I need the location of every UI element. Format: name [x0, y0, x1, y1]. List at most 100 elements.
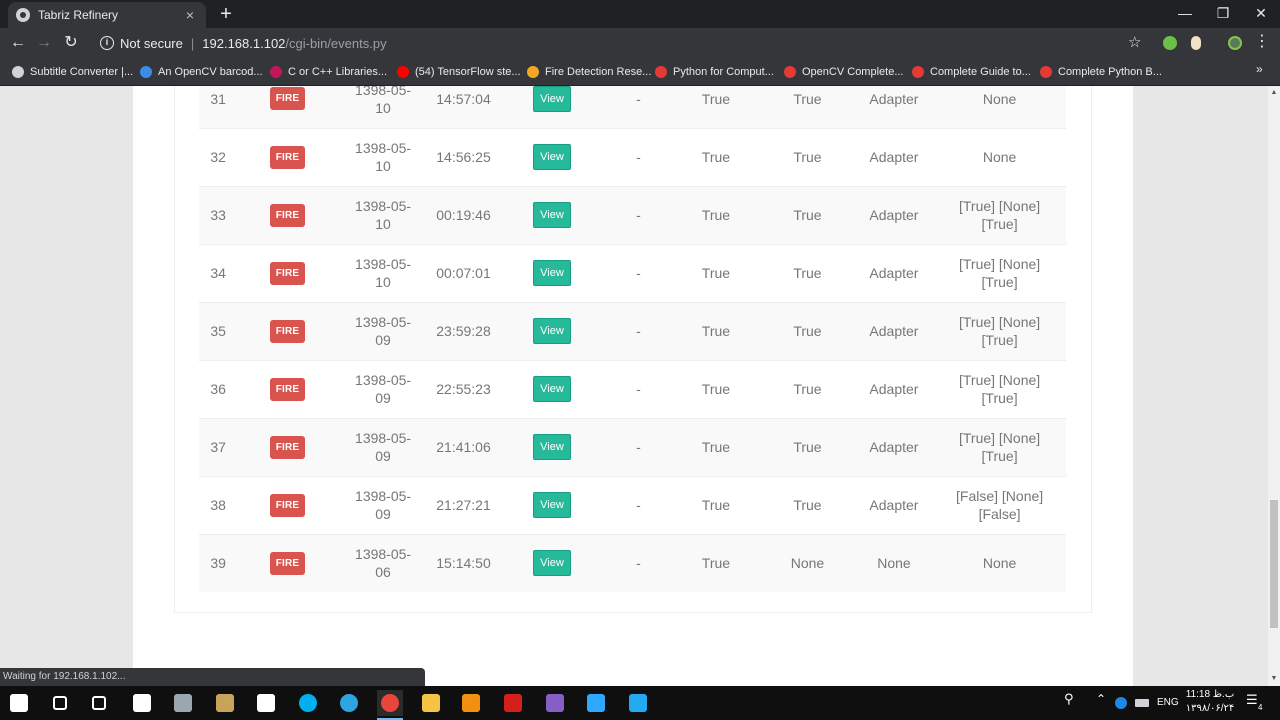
view-button[interactable]: View: [533, 86, 571, 112]
visual-studio-icon: [546, 694, 564, 712]
bookmark-item[interactable]: Subtitle Converter |...: [12, 63, 133, 81]
language-indicator[interactable]: ENG: [1157, 697, 1179, 708]
bookmark-favicon-icon: [655, 66, 667, 78]
fire-badge: FIRE: [269, 377, 306, 401]
fire-badge: FIRE: [269, 493, 306, 517]
taskbar-app-button[interactable]: [418, 690, 444, 716]
event-source: Adapter: [854, 360, 934, 419]
taskbar-app-button[interactable]: [170, 690, 196, 716]
event-details: None: [933, 128, 1066, 187]
taskbar-app-button[interactable]: [295, 690, 321, 716]
reload-icon[interactable]: ↻: [59, 31, 83, 55]
event-id: 37: [199, 418, 238, 477]
view-button[interactable]: View: [533, 144, 571, 170]
tab-close-icon[interactable]: ×: [182, 7, 198, 23]
view-button[interactable]: View: [533, 260, 571, 286]
event-date: 1398-05-09: [337, 360, 429, 419]
taskbar-app-button[interactable]: [253, 690, 279, 716]
view-cell: View: [498, 476, 606, 535]
view-button[interactable]: View: [533, 434, 571, 460]
taskbar-app-button[interactable]: [212, 690, 238, 716]
browser-tab[interactable]: Tabriz Refinery ×: [8, 2, 206, 28]
site-favicon-icon: [16, 8, 30, 22]
bookmark-item[interactable]: Complete Guide to...: [912, 63, 1031, 81]
event-time: 22:55:23: [428, 360, 499, 419]
bookmark-item[interactable]: (54) TensorFlow ste...: [397, 63, 521, 81]
taskbar-clock[interactable]: 11:18 ب.ظ ۱۳۹۸/۰۶/۲۴: [1182, 688, 1238, 716]
address-bar[interactable]: i Not secure | 192.168.1.102 /cgi-bin/ev…: [92, 30, 1152, 56]
view-button[interactable]: View: [533, 376, 571, 402]
tab-title: Tabriz Refinery: [38, 8, 119, 22]
view-button[interactable]: View: [533, 550, 571, 577]
event-flag-a: True: [671, 244, 761, 303]
taskbar-app-button[interactable]: [47, 690, 73, 716]
info-icon[interactable]: i: [100, 36, 114, 50]
event-flag-b: True: [760, 418, 855, 477]
people-icon[interactable]: ⚲: [1064, 691, 1074, 707]
scrollbar-thumb[interactable]: [1270, 500, 1278, 628]
new-tab-button[interactable]: +: [216, 4, 236, 24]
taskbar-app-button[interactable]: [583, 690, 609, 716]
taskbar-app-button[interactable]: [6, 690, 32, 716]
event-type: FIRE: [237, 186, 338, 245]
table-row: 36 FIRE 1398-05-09 22:55:23 View - True True Ada…: [199, 360, 1066, 419]
bookmark-item[interactable]: Python for Comput...: [655, 63, 774, 81]
bookmark-item[interactable]: OpenCV Complete...: [784, 63, 904, 81]
bookmark-item[interactable]: Complete Python B...: [1040, 63, 1162, 81]
skype-icon: [299, 694, 317, 712]
app-icon: [216, 694, 234, 712]
view-cell: View: [498, 128, 606, 187]
tray-chevron-icon[interactable]: ⌃: [1096, 692, 1106, 706]
view-cell: View: [498, 418, 606, 477]
taskbar-app-button[interactable]: [500, 690, 526, 716]
bookmark-item[interactable]: C or C++ Libraries...: [270, 63, 387, 81]
event-type: FIRE: [237, 244, 338, 303]
network-icon[interactable]: [1135, 699, 1149, 707]
taskbar-app-button[interactable]: [625, 690, 651, 716]
action-center-icon[interactable]: ☰: [1246, 692, 1258, 708]
bookmark-item[interactable]: Fire Detection Rese...: [527, 63, 651, 81]
close-window-button[interactable]: ✕: [1242, 0, 1280, 28]
event-flag-b: None: [760, 534, 855, 592]
event-type: FIRE: [237, 476, 338, 535]
back-arrow-icon[interactable]: ←: [6, 31, 30, 55]
event-dash: -: [605, 128, 672, 187]
forward-arrow-icon[interactable]: →: [32, 31, 56, 55]
event-type: FIRE: [237, 128, 338, 187]
view-cell: View: [498, 534, 606, 592]
view-button[interactable]: View: [533, 318, 571, 344]
page-scrollbar[interactable]: ▲ ▼: [1268, 86, 1280, 686]
extension-icon[interactable]: [1191, 36, 1201, 50]
taskbar-app-button[interactable]: [336, 690, 362, 716]
scroll-up-icon[interactable]: ▲: [1268, 86, 1280, 100]
clock-date: ۱۳۹۸/۰۶/۲۴: [1185, 703, 1235, 714]
event-dash: -: [605, 360, 672, 419]
bookmark-star-icon[interactable]: ☆: [1128, 33, 1141, 51]
chrome-menu-icon[interactable]: ⋮: [1254, 32, 1270, 52]
restore-button[interactable]: ❐: [1204, 0, 1242, 28]
scroll-down-icon[interactable]: ▼: [1268, 672, 1280, 686]
taskbar-app-button[interactable]: [86, 690, 112, 716]
bookmarks-overflow-icon[interactable]: »: [1256, 62, 1263, 76]
event-flag-a: True: [671, 128, 761, 187]
search-icon: [53, 696, 67, 710]
tray-app-icon[interactable]: [1115, 697, 1127, 709]
taskbar-app-button[interactable]: [129, 690, 155, 716]
fire-badge: FIRE: [269, 261, 306, 285]
bookmark-favicon-icon: [784, 66, 796, 78]
profile-avatar-icon[interactable]: [1228, 36, 1242, 50]
minimize-button[interactable]: —: [1166, 0, 1204, 28]
view-button[interactable]: View: [533, 202, 571, 228]
windows-start-icon: [10, 694, 28, 712]
extension-icon[interactable]: [1163, 36, 1177, 50]
vscode-icon: [629, 694, 647, 712]
omnibox-separator: |: [190, 35, 195, 51]
url-host: 192.168.1.102: [202, 35, 286, 51]
taskbar-app-button[interactable]: [542, 690, 568, 716]
event-source: Adapter: [854, 86, 934, 129]
bookmark-item[interactable]: An OpenCV barcod...: [140, 63, 263, 81]
taskbar-app-button[interactable]: [458, 690, 484, 716]
taskbar-app-button[interactable]: [377, 690, 403, 720]
view-button[interactable]: View: [533, 492, 571, 518]
bookmark-favicon-icon: [1040, 66, 1052, 78]
